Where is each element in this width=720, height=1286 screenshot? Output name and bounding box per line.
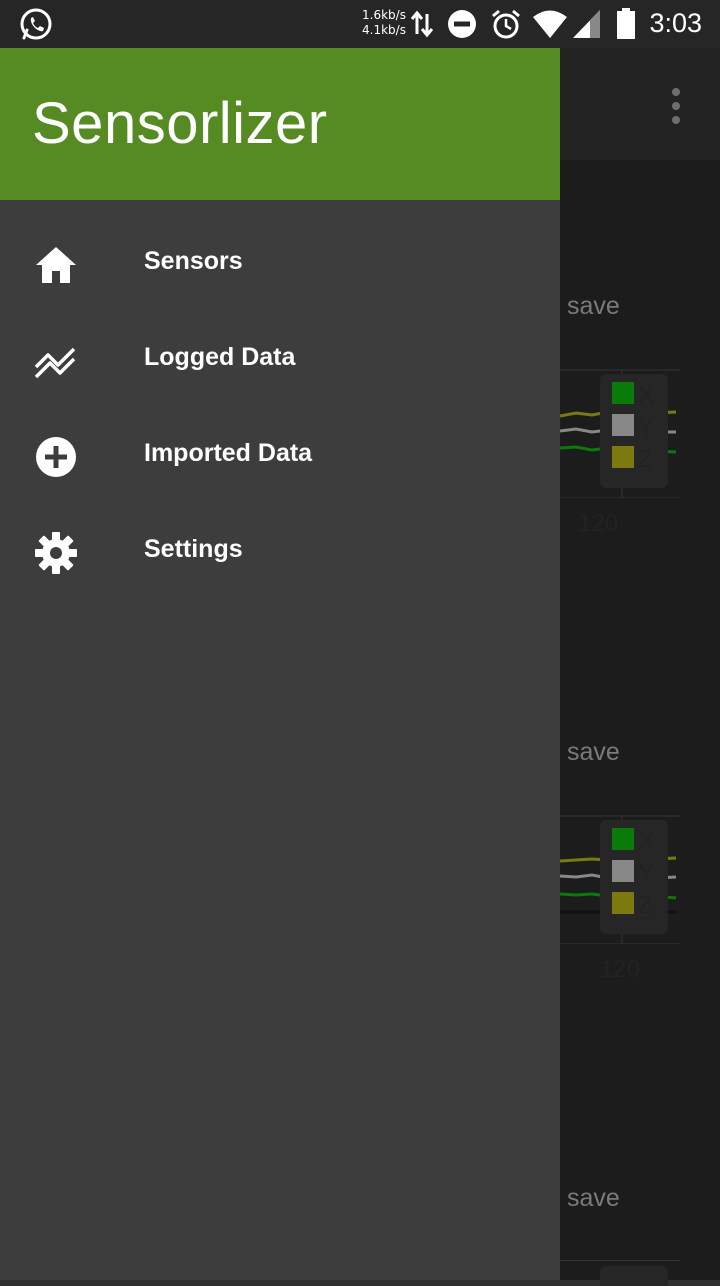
- whatsapp-icon: [20, 8, 52, 40]
- add-circle-icon: [36, 437, 76, 477]
- nav-item-imported-data[interactable]: Imported Data: [0, 409, 560, 505]
- clock: 3:03: [649, 8, 702, 38]
- nav-item-label: Logged Data: [144, 343, 296, 371]
- nav-item-settings[interactable]: Settings: [0, 505, 560, 601]
- net-speed-down: 4.1kb/s: [362, 23, 406, 37]
- dnd-icon: [448, 10, 476, 38]
- net-speed-up: 1.6kb/s: [362, 8, 406, 22]
- nav-item-label: Settings: [144, 535, 243, 563]
- nav-item-sensors[interactable]: Sensors: [0, 217, 560, 313]
- app-title: Sensorlizer: [32, 91, 328, 156]
- drawer-header: Sensorlizer: [0, 48, 560, 200]
- nav-item-label: Imported Data: [144, 439, 313, 467]
- battery-icon: [617, 8, 635, 39]
- alarm-icon: [492, 9, 520, 39]
- home-icon: [36, 247, 76, 283]
- gear-icon: [35, 532, 77, 574]
- data-transfer-icon: [410, 10, 434, 38]
- trending-icon: [34, 347, 76, 379]
- status-bar: 1.6kb/s 4.1kb/s 3:03: [0, 0, 720, 48]
- nav-item-logged-data[interactable]: Logged Data: [0, 313, 560, 409]
- net-speed: 1.6kb/s 4.1kb/s: [362, 8, 406, 38]
- cell-signal-icon: [573, 10, 600, 38]
- nav-item-label: Sensors: [144, 247, 243, 275]
- wifi-icon: [533, 10, 567, 38]
- navigation-drawer: Sensorlizer Sensors Logged Data Imported…: [0, 48, 560, 1280]
